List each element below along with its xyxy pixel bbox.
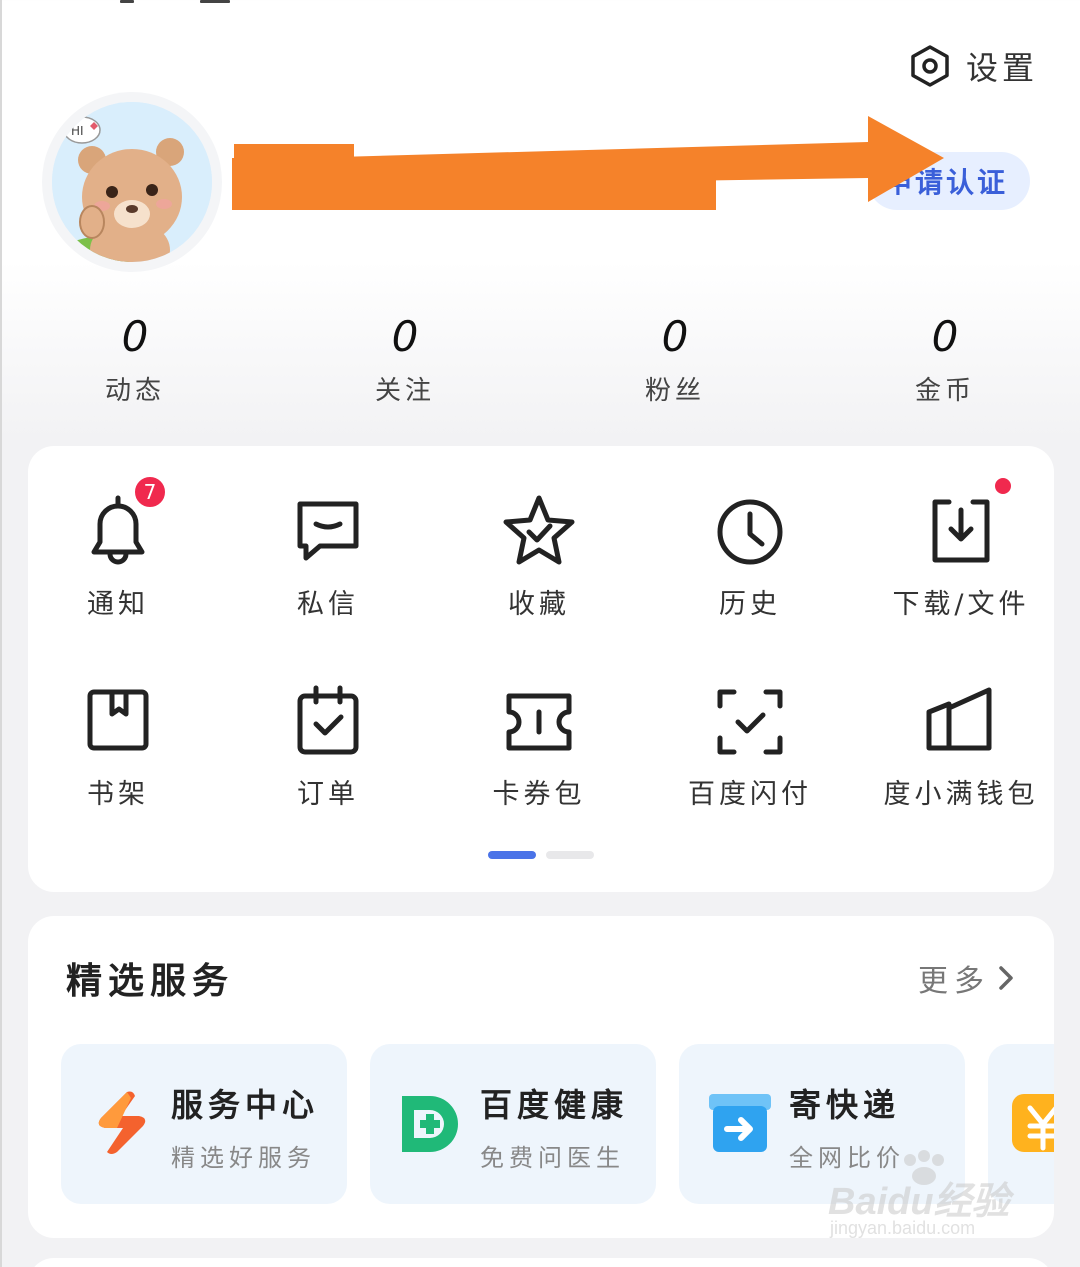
wallet-icon xyxy=(926,687,992,751)
service-name: 服务中心 xyxy=(171,1086,320,1124)
status-bar-fragment xyxy=(120,0,230,4)
grid-label: 订单 xyxy=(297,779,359,810)
settings-label: 设置 xyxy=(966,49,1039,87)
ticket-icon xyxy=(506,693,572,751)
settings-button[interactable]: 设置 xyxy=(908,44,1038,88)
grid-label: 卡券包 xyxy=(492,779,586,810)
clock-icon xyxy=(717,499,783,565)
stat-label: 粉丝 xyxy=(644,376,705,406)
stat-coins[interactable]: 0 金币 xyxy=(865,308,1025,407)
grid-label: 书架 xyxy=(87,779,149,810)
function-grid-card: 通知 私信 收藏 历史 下载/文件 书架 订单 卡券包 百度闪付 度小满钱包 xyxy=(28,446,1054,892)
grid-label: 私信 xyxy=(297,589,359,620)
username-redacted xyxy=(232,144,716,210)
stat-value: 0 xyxy=(391,312,419,361)
svg-text:HI: HI xyxy=(71,124,84,138)
grid-item-notifications[interactable]: 通知 xyxy=(18,492,218,642)
bookshelf-icon xyxy=(87,689,149,751)
service-name: 寄快递 xyxy=(789,1086,901,1124)
stat-label: 金币 xyxy=(914,376,975,406)
stat-value: 0 xyxy=(931,312,959,361)
watermark-url: jingyan.baidu.com xyxy=(830,1218,976,1238)
more-services-link[interactable]: 更多 xyxy=(918,956,1016,1000)
service-subtitle: 免费问医生 xyxy=(480,1144,625,1172)
grid-item-history[interactable]: 历史 xyxy=(650,492,850,642)
service-center-icon xyxy=(98,1091,146,1154)
grid-item-quickpay[interactable]: 百度闪付 xyxy=(650,682,850,832)
grid-label: 收藏 xyxy=(508,589,570,620)
stat-posts[interactable]: 0 动态 xyxy=(55,308,215,407)
grid-item-favorites[interactable]: 收藏 xyxy=(439,492,639,642)
apply-verification-button[interactable]: 申请认证 xyxy=(868,152,1030,210)
scan-pay-icon xyxy=(717,689,783,755)
grid-item-coupons[interactable]: 卡券包 xyxy=(439,682,639,832)
service-tile-health[interactable]: 百度健康 免费问医生 xyxy=(370,1044,656,1204)
grid-label: 历史 xyxy=(719,589,781,620)
watermark-brand: Baidu经验 xyxy=(828,1181,1010,1223)
grid-item-wallet[interactable]: 度小满钱包 xyxy=(861,682,1061,832)
screen-edge xyxy=(0,0,2,1267)
page-dot-inactive xyxy=(546,851,594,859)
gear-hexagon-icon xyxy=(911,45,949,87)
calendar-check-icon xyxy=(297,685,359,755)
express-icon xyxy=(709,1094,771,1152)
download-icon xyxy=(932,499,990,563)
grid-label: 百度闪付 xyxy=(688,779,812,810)
grid-label: 下载/文件 xyxy=(892,589,1030,620)
stat-label: 关注 xyxy=(374,376,435,406)
stat-value: 0 xyxy=(121,312,149,361)
stat-label: 动态 xyxy=(104,376,165,406)
page-dot-active xyxy=(488,851,536,859)
grid-item-bookshelf[interactable]: 书架 xyxy=(18,682,218,832)
stat-value: 0 xyxy=(661,312,689,361)
next-section-card xyxy=(28,1258,1054,1267)
section-title: 精选服务 xyxy=(66,961,235,1002)
service-name: 百度健康 xyxy=(480,1086,629,1124)
health-icon xyxy=(402,1096,458,1152)
chevron-right-icon xyxy=(999,966,1013,990)
service-tile-service-center[interactable]: 服务中心 精选好服务 xyxy=(61,1044,347,1204)
profile-stats: 0 动态 0 关注 0 粉丝 0 金币 xyxy=(0,308,1080,418)
grid-page-indicator[interactable] xyxy=(488,851,598,859)
avatar[interactable]: HI xyxy=(42,92,222,272)
yuan-icon xyxy=(1012,1094,1054,1152)
service-subtitle: 精选好服务 xyxy=(171,1144,316,1172)
baidu-jingyan-watermark: Baidu经验 jingyan.baidu.com xyxy=(828,1150,1028,1246)
star-icon xyxy=(503,495,575,565)
grid-label: 度小满钱包 xyxy=(883,779,1039,810)
grid-item-messages[interactable]: 私信 xyxy=(228,492,428,642)
grid-item-downloads[interactable]: 下载/文件 xyxy=(861,492,1061,642)
bear-avatar-image: HI xyxy=(52,102,212,262)
notification-count-badge: 7 xyxy=(132,474,168,510)
stat-following[interactable]: 0 关注 xyxy=(325,308,485,407)
grid-label: 通知 xyxy=(87,589,149,620)
stat-followers[interactable]: 0 粉丝 xyxy=(595,308,755,407)
download-new-dot xyxy=(993,476,1013,496)
more-label: 更多 xyxy=(918,964,990,999)
message-icon xyxy=(297,501,359,561)
grid-item-orders[interactable]: 订单 xyxy=(228,682,428,832)
